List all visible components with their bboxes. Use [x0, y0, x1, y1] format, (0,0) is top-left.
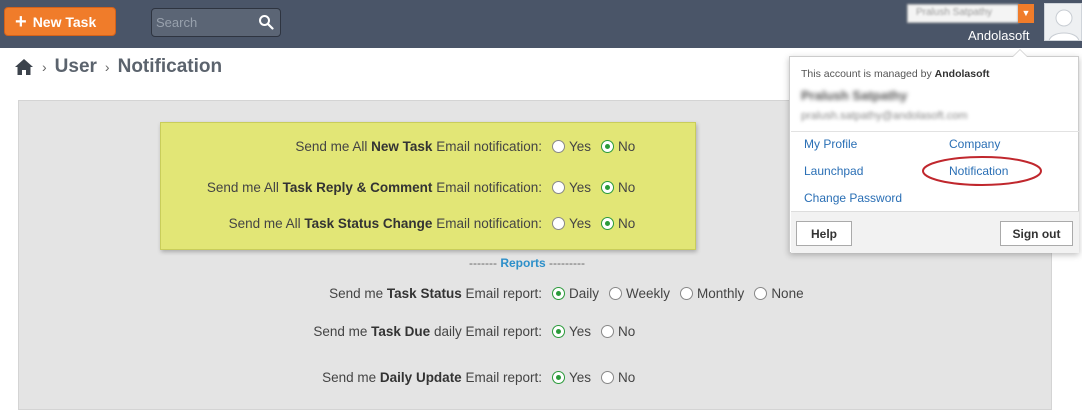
company-name[interactable]: Andolasoft [968, 28, 1029, 43]
launchpad-link[interactable]: Launchpad [804, 164, 863, 178]
breadcrumb: › User › Notification [14, 56, 222, 78]
status-change-no-option[interactable]: No [601, 216, 635, 231]
breadcrumb-notification: Notification [117, 56, 223, 77]
help-button[interactable]: Help [796, 221, 852, 246]
plus-icon: + [15, 10, 27, 33]
row-label: Send me All Task Reply & Comment Email n… [206, 180, 542, 195]
top-navbar: + New Task Pralush Satpathy ▼ Andolasoft [0, 0, 1082, 48]
radio-button-checked[interactable] [601, 181, 615, 194]
radio-button[interactable] [552, 181, 565, 194]
daily-update-yes-option[interactable]: Yes [552, 370, 591, 385]
new-task-button[interactable]: + New Task [4, 7, 116, 36]
row-label: Send me All New Task Email notification: [295, 139, 542, 154]
search-input[interactable] [152, 15, 252, 30]
chevron-right-icon: › [42, 59, 47, 75]
account-email: pralush.satpathy@andolasoft.com [801, 110, 968, 122]
task-reply-no-option[interactable]: No [601, 180, 635, 195]
account-name: Pralush Satpathy [801, 88, 908, 103]
managed-by-text: This account is managed by Andolasoft [801, 68, 990, 80]
new-task-label: New Task [32, 13, 97, 30]
divider [791, 131, 1079, 132]
daily-update-no-option[interactable]: No [601, 370, 635, 385]
dropdown-footer: Help Sign out [791, 211, 1079, 253]
chevron-down-icon[interactable]: ▼ [1018, 4, 1034, 23]
search-icon[interactable] [258, 14, 274, 30]
row-label: Send me All Task Status Change Email not… [228, 216, 542, 231]
home-icon[interactable] [14, 58, 34, 76]
radio-button[interactable] [552, 217, 565, 230]
task-due-no-option[interactable]: No [601, 324, 635, 339]
report-weekly-option[interactable]: Weekly [609, 286, 670, 301]
radio-button[interactable] [754, 287, 768, 300]
radio-button-checked[interactable] [601, 140, 615, 153]
task-reply-yes-option[interactable]: Yes [552, 180, 591, 195]
row-label: Send me Task Status Email report: [329, 286, 542, 301]
annotation-circle [922, 156, 1042, 186]
task-due-report-row: Send me Task Due daily Email report: Yes… [160, 324, 635, 339]
radio-button[interactable] [601, 371, 615, 384]
report-daily-option[interactable]: Daily [552, 286, 599, 301]
radio-button-checked[interactable] [601, 217, 615, 230]
avatar[interactable] [1044, 3, 1082, 41]
radio-button[interactable] [609, 287, 623, 300]
user-silhouette-icon [1049, 9, 1079, 40]
new-task-no-option[interactable]: No [601, 139, 635, 154]
reports-title: Reports [500, 256, 546, 270]
change-password-link[interactable]: Change Password [804, 191, 902, 205]
search-box[interactable] [151, 8, 281, 37]
new-task-yes-option[interactable]: Yes [552, 139, 591, 154]
status-change-yes-option[interactable]: Yes [552, 216, 591, 231]
row-label: Send me Daily Update Email report: [322, 370, 542, 385]
task-status-report-row: Send me Task Status Email report: Daily … [160, 286, 804, 301]
report-none-option[interactable]: None [754, 286, 804, 301]
reports-divider: ------- Reports --------- [469, 256, 585, 270]
sign-out-button[interactable]: Sign out [1000, 221, 1073, 246]
daily-update-report-row: Send me Daily Update Email report: Yes N… [160, 370, 635, 385]
my-profile-link[interactable]: My Profile [804, 137, 857, 151]
radio-button-checked[interactable] [552, 287, 565, 300]
chevron-right-icon: › [104, 59, 110, 75]
task-reply-notification-row: Send me All Task Reply & Comment Email n… [160, 180, 635, 195]
radio-button-checked[interactable] [552, 325, 565, 338]
radio-button[interactable] [552, 140, 565, 153]
radio-button-checked[interactable] [552, 371, 565, 384]
radio-button[interactable] [680, 287, 694, 300]
new-task-notification-row: Send me All New Task Email notification:… [160, 139, 635, 154]
report-monthly-option[interactable]: Monthly [680, 286, 744, 301]
row-label: Send me Task Due daily Email report: [313, 324, 542, 339]
radio-button[interactable] [601, 325, 615, 338]
task-due-yes-option[interactable]: Yes [552, 324, 591, 339]
company-link[interactable]: Company [949, 137, 1000, 151]
user-select[interactable]: Pralush Satpathy [907, 4, 1019, 23]
breadcrumb-user[interactable]: User [55, 56, 97, 78]
task-status-change-notification-row: Send me All Task Status Change Email not… [160, 216, 636, 231]
